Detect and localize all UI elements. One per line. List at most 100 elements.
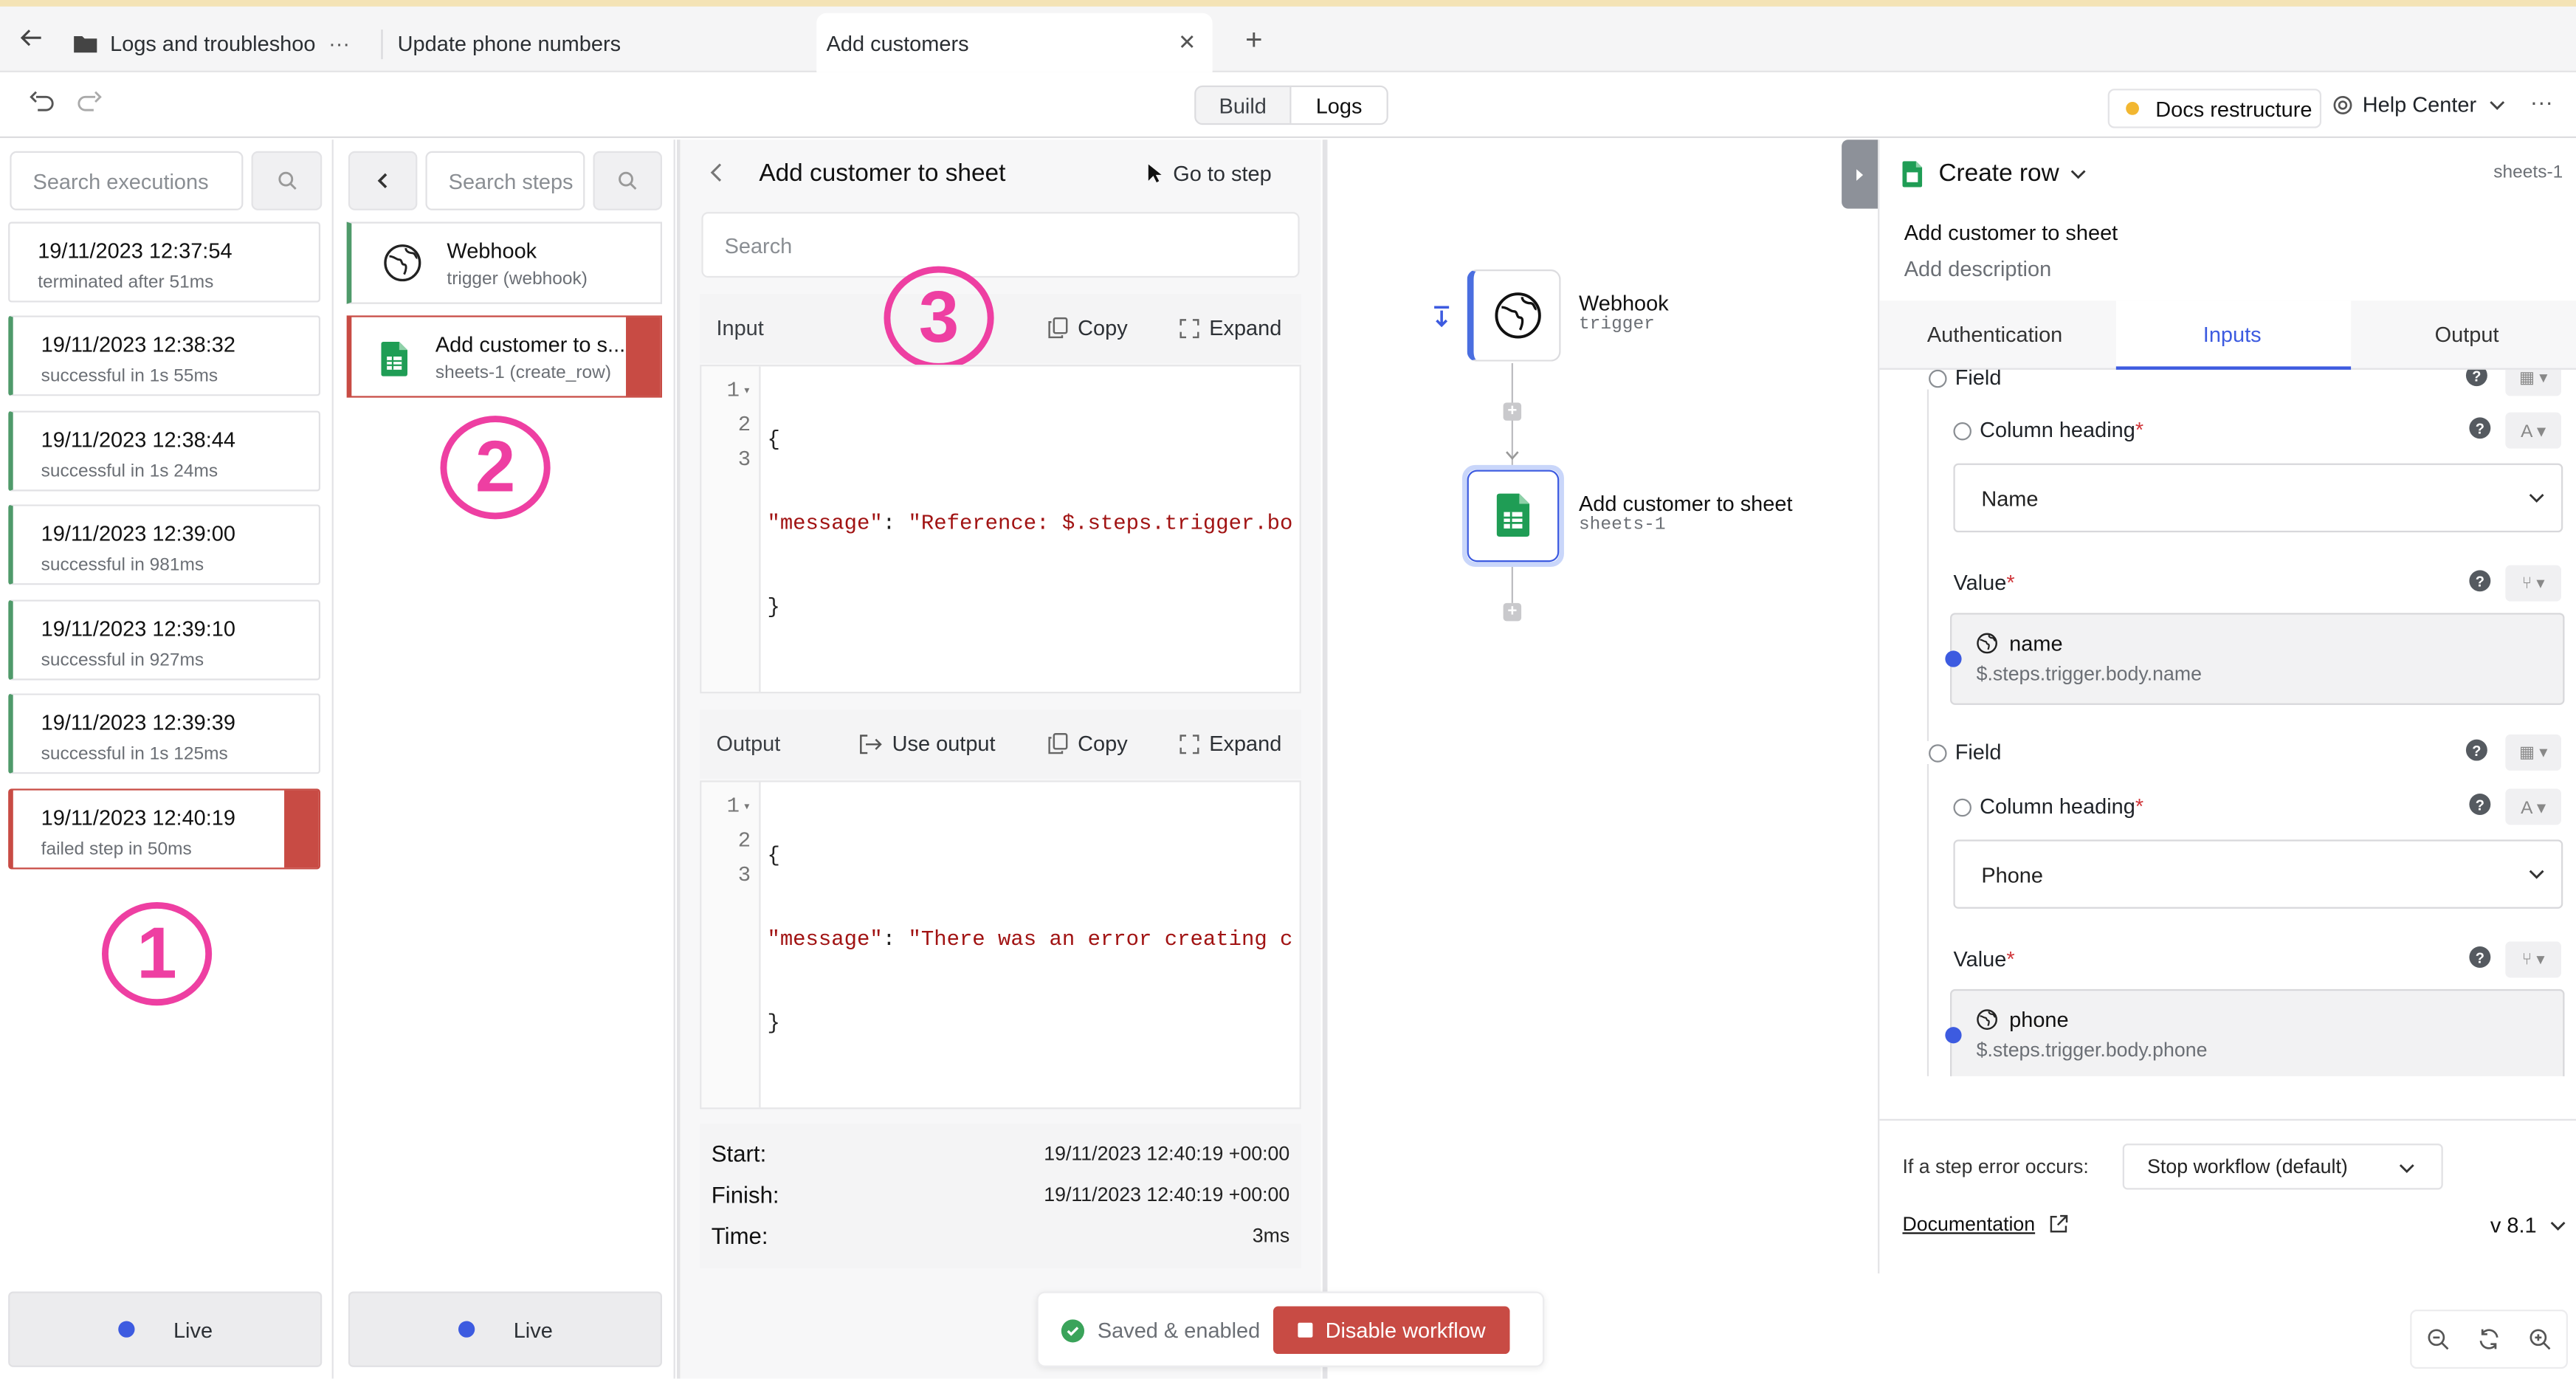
field-radio[interactable] <box>1929 744 1947 763</box>
collapse-panel-handle[interactable] <box>1842 140 1878 209</box>
input-copy-button[interactable]: Copy <box>1048 315 1128 340</box>
reset-zoom-icon[interactable] <box>2477 1327 2500 1350</box>
value-type-button[interactable]: ⑂ ▾ <box>2505 941 2562 978</box>
new-tab-button[interactable]: + <box>1245 23 1262 58</box>
help-icon[interactable]: ? <box>2469 794 2491 815</box>
step-name-field[interactable]: Add customer to sheet <box>1904 220 2118 244</box>
step-item-webhook[interactable]: Webhook trigger (webhook) <box>346 221 662 304</box>
webhook-node[interactable] <box>1467 269 1561 362</box>
add-step-icon[interactable]: + <box>1503 602 1522 622</box>
collapse-steps-button[interactable] <box>348 151 418 210</box>
column-heading-radio[interactable] <box>1953 798 1971 817</box>
help-icon[interactable]: ? <box>2465 739 2487 761</box>
undo-icon[interactable] <box>30 90 54 113</box>
execution-item[interactable]: 19/11/2023 12:38:44 successful in 1s 24ms <box>8 410 321 492</box>
column-heading-select[interactable]: Name <box>1953 463 2563 533</box>
search-steps-button[interactable] <box>593 151 662 210</box>
go-to-step-button[interactable]: Go to step <box>1147 161 1272 186</box>
add-customer-node[interactable] <box>1467 470 1560 563</box>
field-type-button[interactable]: ▦ ▾ <box>2505 734 2562 771</box>
step-id: sheets-1 <box>2493 162 2563 183</box>
output-code-editor[interactable]: 1 ▾ 2 3 { "message": "There was an error … <box>700 780 1301 1110</box>
back-arrow-icon[interactable] <box>16 23 46 52</box>
add-step-icon[interactable]: + <box>1503 402 1522 421</box>
chevron-left-icon[interactable] <box>710 162 723 182</box>
help-icon[interactable]: ? <box>2469 946 2491 968</box>
search-executions-button[interactable] <box>251 151 323 210</box>
execution-item[interactable]: 19/11/2023 12:37:54 terminated after 51ms <box>8 221 321 303</box>
execution-time: 19/11/2023 12:37:54 <box>38 238 233 264</box>
text-type-button[interactable]: A ▾ <box>2505 412 2562 449</box>
zoom-in-icon[interactable] <box>2529 1327 2552 1350</box>
execution-time: 19/11/2023 12:39:10 <box>41 616 236 642</box>
tab-inputs[interactable]: Inputs <box>2115 300 2352 370</box>
value-type-button[interactable]: ⑂ ▾ <box>2505 565 2562 602</box>
output-label: Output <box>716 731 781 756</box>
text-type-button[interactable]: A ▾ <box>2505 788 2562 825</box>
execution-time: 19/11/2023 12:38:32 <box>41 331 236 357</box>
value-input[interactable]: phone $.steps.trigger.body.phone <box>1950 988 2565 1076</box>
help-icon[interactable]: ? <box>2465 369 2487 387</box>
help-icon[interactable]: ? <box>2469 417 2491 439</box>
copy-label: Copy <box>1078 315 1128 340</box>
line-numbers: 1 ▾ 2 3 <box>701 782 761 1108</box>
steps-live-button[interactable]: Live <box>348 1291 662 1367</box>
execution-status: successful in 1s 125ms <box>41 744 228 764</box>
execution-item[interactable]: 19/11/2023 12:39:39 successful in 1s 125m… <box>8 693 321 774</box>
annotation-number-3: 3 <box>884 266 994 370</box>
tab-more-icon[interactable]: ··· <box>328 30 350 55</box>
input-code-editor[interactable]: 1 ▾ 2 3 { "message": "Reference: $.steps.… <box>700 365 1301 694</box>
use-output-button[interactable]: Use output <box>859 731 996 756</box>
disable-workflow-button[interactable]: Disable workflow <box>1272 1306 1510 1355</box>
documentation-link[interactable]: Documentation <box>1902 1213 2067 1236</box>
value-path: $.steps.trigger.body.name <box>1976 661 2203 686</box>
build-toggle[interactable]: Build <box>1196 87 1289 123</box>
divider <box>1879 1118 2576 1121</box>
search-steps-input[interactable]: Search steps <box>425 151 585 210</box>
top-accent-line <box>0 0 2576 7</box>
logs-toggle[interactable]: Logs <box>1289 86 1387 123</box>
execution-time: 19/11/2023 12:40:19 <box>41 805 236 831</box>
output-copy-button[interactable]: Copy <box>1048 731 1128 756</box>
chevron-down-icon <box>2070 168 2087 179</box>
execution-item-failed[interactable]: 19/11/2023 12:40:19 failed step in 50ms <box>8 788 321 870</box>
version-selector[interactable]: v 8.1 <box>2490 1213 2566 1237</box>
step-description-field[interactable]: Add description <box>1904 256 2051 281</box>
execution-item[interactable]: 19/11/2023 12:39:00 successful in 981ms <box>8 504 321 585</box>
output-expand-button[interactable]: Expand <box>1179 731 1281 756</box>
close-tab-icon[interactable]: ✕ <box>1178 30 1196 56</box>
input-expand-button[interactable]: Expand <box>1179 315 1281 340</box>
tab-logs-and-troubleshooting[interactable]: Logs and troubleshoo ··· <box>66 13 362 72</box>
chevron-down-icon <box>2549 1220 2566 1230</box>
action-type-dropdown[interactable]: Create row <box>1938 159 2087 188</box>
step-item-add-customer[interactable]: Add customer to s... sheets-1 (create_ro… <box>346 315 662 398</box>
tab-output[interactable]: Output <box>2435 322 2499 346</box>
column-heading-select[interactable]: Phone <box>1953 839 2563 909</box>
field-type-button[interactable]: ▦ ▾ <box>2505 369 2562 396</box>
check-circle-icon <box>1061 1318 1085 1342</box>
chevron-down-icon <box>2399 1163 2415 1174</box>
help-icon[interactable]: ? <box>2469 570 2491 592</box>
tab-add-customers[interactable]: Add customers ✕ <box>816 13 1213 72</box>
redo-icon[interactable] <box>78 90 102 113</box>
execution-status: successful in 1s 24ms <box>41 461 218 482</box>
column-heading-radio[interactable] <box>1953 422 1971 441</box>
more-menu-icon[interactable]: ··· <box>2530 89 2553 115</box>
chevron-left-icon <box>377 173 388 189</box>
help-center-menu[interactable]: Help Center <box>2333 92 2507 117</box>
error-handling-select[interactable]: Stop workflow (default) <box>2122 1144 2443 1190</box>
workspace-selector[interactable]: Docs restructure <box>2107 89 2322 128</box>
search-executions-input[interactable]: Search executions <box>10 151 244 210</box>
executions-live-button[interactable]: Live <box>8 1291 323 1367</box>
value-input[interactable]: name $.steps.trigger.body.name <box>1950 613 2565 705</box>
zoom-out-icon[interactable] <box>2426 1327 2449 1350</box>
detail-search-input[interactable]: Search <box>701 212 1300 278</box>
execution-item[interactable]: 19/11/2023 12:39:10 successful in 927ms <box>8 599 321 681</box>
copy-icon <box>1048 317 1068 339</box>
tab-update-phone-numbers[interactable]: Update phone numbers <box>398 13 792 72</box>
execution-item[interactable]: 19/11/2023 12:38:32 successful in 1s 55ms <box>8 315 321 396</box>
google-sheets-icon <box>1496 493 1530 537</box>
tab-authentication[interactable]: Authentication <box>1927 322 2062 346</box>
expand-icon <box>1179 318 1199 338</box>
field-radio[interactable] <box>1929 369 1947 388</box>
